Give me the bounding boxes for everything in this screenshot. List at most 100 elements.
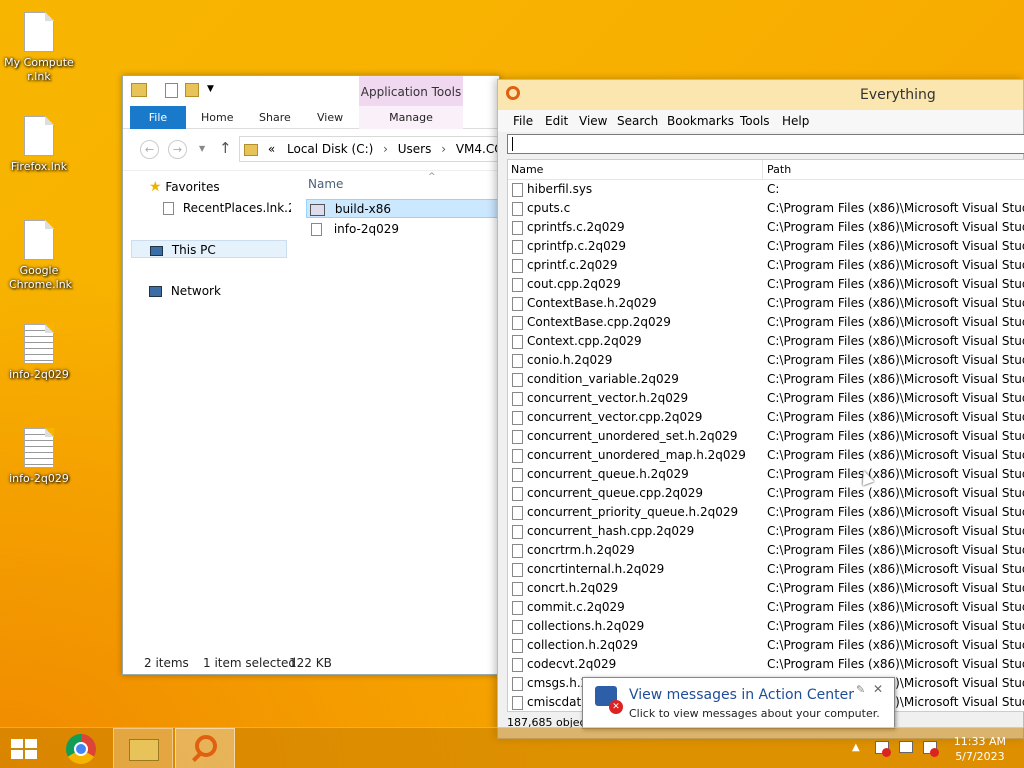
table-row[interactable]: cputs.c C:\Program Files (x86)\Microsoft … xyxy=(508,199,1024,218)
table-row[interactable]: concurrent_vector.h.2q029 C:\Program File… xyxy=(508,389,1024,408)
table-row[interactable]: commit.c.2q029 C:\Program Files (x86)\Mic… xyxy=(508,598,1024,617)
notification-title[interactable]: View messages in Action Center xyxy=(629,687,854,703)
folder-icon[interactable] xyxy=(131,83,147,97)
pin-icon[interactable]: ✎ xyxy=(856,683,865,696)
table-row[interactable]: concurrent_hash.cpp.2q029 C:\Program File… xyxy=(508,522,1024,541)
ribbon-tabs: File Home Share View Manage xyxy=(123,106,499,129)
forward-button[interactable]: → xyxy=(168,140,187,159)
file-list: Name ^ build-x86 info-2q029 xyxy=(298,172,501,642)
up-button[interactable]: ↑ xyxy=(219,139,232,157)
table-row[interactable]: ContextBase.h.2q029 C:\Program Files (x86… xyxy=(508,294,1024,313)
start-button[interactable] xyxy=(0,728,48,768)
title-bar[interactable]: Everything xyxy=(498,80,1023,110)
desktop-icon-chrome[interactable]: Google Chrome.lnk xyxy=(1,220,77,292)
tab-share[interactable]: Share xyxy=(259,106,291,129)
result-path: C:\Program Files (x86)\Microsoft Visual … xyxy=(767,372,1024,386)
column-header-path[interactable]: Path xyxy=(767,160,791,180)
table-row[interactable]: conio.h.2q029 C:\Program Files (x86)\Micr… xyxy=(508,351,1024,370)
table-row[interactable]: codecvt.2q029 C:\Program Files (x86)\Micr… xyxy=(508,655,1024,674)
table-row[interactable]: concrt.h.2q029 C:\Program Files (x86)\Mic… xyxy=(508,579,1024,598)
table-row[interactable]: cprintfs.c.2q029 C:\Program Files (x86)\M… xyxy=(508,218,1024,237)
breadcrumb-user-folder[interactable]: VM4.COLLAB xyxy=(456,142,500,156)
network-icon[interactable] xyxy=(899,741,913,753)
file-icon xyxy=(24,12,54,52)
result-path: C:\Program Files (x86)\Microsoft Visual … xyxy=(767,600,1024,614)
desktop-icon-my-computer[interactable]: My Computer.lnk xyxy=(1,12,77,84)
table-row[interactable]: cprintfp.c.2q029 C:\Program Files (x86)\M… xyxy=(508,237,1024,256)
table-row[interactable]: concurrent_queue.cpp.2q029 C:\Program Fil… xyxy=(508,484,1024,503)
result-name: cprintfp.c.2q029 xyxy=(527,239,627,253)
taskbar-chrome[interactable] xyxy=(52,728,112,768)
table-row[interactable]: ContextBase.cpp.2q029 C:\Program Files (x… xyxy=(508,313,1024,332)
taskbar-file-explorer[interactable] xyxy=(113,728,173,768)
breadcrumb-overflow[interactable]: « xyxy=(268,142,275,156)
tab-home[interactable]: Home xyxy=(201,106,233,129)
tab-view[interactable]: View xyxy=(317,106,343,129)
sort-up-icon: ^ xyxy=(428,172,436,182)
action-center-notification[interactable]: ✕ View messages in Action Center Click t… xyxy=(582,677,895,729)
result-name: cputs.c xyxy=(527,201,571,215)
table-row[interactable]: concurrent_queue.h.2q029 C:\Program Files… xyxy=(508,465,1024,484)
close-icon[interactable]: ✕ xyxy=(873,682,883,696)
list-item[interactable]: info-2q029 xyxy=(306,220,501,239)
menu-file[interactable]: File xyxy=(513,110,533,132)
search-input[interactable] xyxy=(507,134,1024,154)
table-row[interactable]: concurrent_vector.cpp.2q029 C:\Program Fi… xyxy=(508,408,1024,427)
properties-icon[interactable] xyxy=(165,83,178,98)
explorer-window[interactable]: ▼ Application Tools File Home Share View… xyxy=(122,75,501,675)
results-list[interactable]: Name Path hiberfil.sys C: cputs.c C:\Progra… xyxy=(507,159,1024,712)
table-row[interactable]: concrtrm.h.2q029 C:\Program Files (x86)\M… xyxy=(508,541,1024,560)
new-folder-icon[interactable] xyxy=(185,83,199,97)
table-row[interactable]: hiberfil.sys C: xyxy=(508,180,1024,199)
nav-recent-places[interactable]: RecentPlaces.lnk.2q xyxy=(163,199,291,217)
text-cursor xyxy=(512,137,513,151)
table-row[interactable]: cout.cpp.2q029 C:\Program Files (x86)\Mic… xyxy=(508,275,1024,294)
recent-locations-icon[interactable]: ▼ xyxy=(199,144,205,153)
menu-view[interactable]: View xyxy=(579,110,607,132)
everything-window[interactable]: Everything File Edit View Search Bookmar… xyxy=(497,79,1024,739)
nav-network[interactable]: Network xyxy=(149,282,221,300)
show-hidden-icons-icon[interactable]: ▲ xyxy=(852,742,860,753)
column-header-name[interactable]: Name ^ xyxy=(308,172,501,196)
menu-bookmarks[interactable]: Bookmarks xyxy=(667,110,734,132)
result-name: collections.h.2q029 xyxy=(527,619,645,633)
table-row[interactable]: cprintf.c.2q029 C:\Program Files (x86)\Mi… xyxy=(508,256,1024,275)
list-item[interactable]: build-x86 xyxy=(306,199,501,218)
shortcut-icon xyxy=(163,202,174,215)
breadcrumb-local-disk[interactable]: Local Disk (C:) xyxy=(287,142,373,156)
table-row[interactable]: concrtinternal.h.2q029 C:\Program Files (… xyxy=(508,560,1024,579)
breadcrumb-users[interactable]: Users xyxy=(398,142,432,156)
menu-search[interactable]: Search xyxy=(617,110,658,132)
table-row[interactable]: concurrent_unordered_set.h.2q029 C:\Progr… xyxy=(508,427,1024,446)
desktop-icon-info-1[interactable]: info-2q029 xyxy=(1,324,77,382)
desktop-icon-info-2[interactable]: info-2q029 xyxy=(1,428,77,486)
table-row[interactable]: concurrent_unordered_map.h.2q029 C:\Progr… xyxy=(508,446,1024,465)
file-icon xyxy=(512,373,523,387)
table-row[interactable]: condition_variable.2q029 C:\Program Files… xyxy=(508,370,1024,389)
table-row[interactable]: collection.h.2q029 C:\Program Files (x86)… xyxy=(508,636,1024,655)
desktop-icon-firefox[interactable]: Firefox.lnk xyxy=(1,116,77,188)
tab-file[interactable]: File xyxy=(130,106,186,129)
result-path: C:\Program Files (x86)\Microsoft Visual … xyxy=(767,296,1024,310)
back-button[interactable]: ← xyxy=(140,140,159,159)
menu-help[interactable]: Help xyxy=(782,110,809,132)
address-bar[interactable]: « Local Disk (C:) › Users › VM4.COLLAB xyxy=(239,136,501,162)
network-icon xyxy=(149,286,162,297)
result-name: collection.h.2q029 xyxy=(527,638,638,652)
clock[interactable]: 11:33 AM 5/7/2023 xyxy=(954,734,1006,764)
tab-manage[interactable]: Manage xyxy=(359,106,463,129)
nav-this-pc[interactable]: This PC xyxy=(131,240,287,258)
table-row[interactable]: concurrent_priority_queue.h.2q029 C:\Prog… xyxy=(508,503,1024,522)
table-row[interactable]: Context.cpp.2q029 C:\Program Files (x86)\… xyxy=(508,332,1024,351)
table-row[interactable]: collections.h.2q029 C:\Program Files (x86… xyxy=(508,617,1024,636)
menu-edit[interactable]: Edit xyxy=(545,110,568,132)
file-name: info-2q029 xyxy=(333,222,400,236)
menu-tools[interactable]: Tools xyxy=(740,110,770,132)
nav-favorites[interactable]: ★ Favorites xyxy=(149,178,220,196)
column-header-name[interactable]: Name xyxy=(511,160,763,180)
result-name: concurrent_unordered_map.h.2q029 xyxy=(527,448,746,462)
taskbar-everything[interactable] xyxy=(175,728,235,768)
result-name: concurrent_vector.cpp.2q029 xyxy=(527,410,703,424)
chevron-down-icon[interactable]: ▼ xyxy=(207,84,214,94)
result-path: C:\Program Files (x86)\Microsoft Visual … xyxy=(767,486,1024,500)
